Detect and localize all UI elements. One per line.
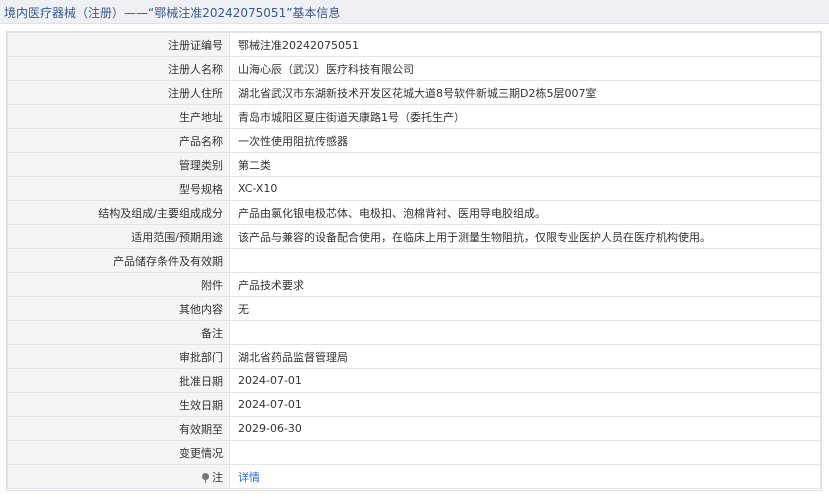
field-value: 青岛市城阳区夏庄街道天康路1号（委托生产）	[229, 104, 821, 129]
info-panel: 注册证编号 鄂械注准20242075051 注册人名称 山海心辰（武汉）医疗科技有限公…	[6, 31, 822, 491]
table-row-note: 注 详情	[7, 464, 821, 489]
table-row: 产品储存条件及有效期	[7, 248, 821, 273]
table-row: 批准日期 2024-07-01	[7, 368, 821, 393]
table-row: 注册人住所 湖北省武汉市东湖新技术开发区花城大道8号软件新城三期D2栋5层007室	[7, 80, 821, 105]
pin-icon	[202, 473, 209, 483]
field-label: 管理类别	[7, 152, 230, 177]
table-row: 审批部门 湖北省药品监督管理局	[7, 344, 821, 369]
field-value: 2024-07-01	[229, 392, 821, 417]
field-value: 鄂械注准20242075051	[229, 32, 821, 57]
field-value: 一次性使用阻抗传感器	[229, 128, 821, 153]
field-value: 2029-06-30	[229, 416, 821, 441]
table-row: 管理类别 第二类	[7, 152, 821, 177]
field-value: 湖北省武汉市东湖新技术开发区花城大道8号软件新城三期D2栋5层007室	[229, 80, 821, 105]
field-label: 审批部门	[7, 344, 230, 369]
field-value: XC-X10	[229, 176, 821, 201]
field-label: 注册人名称	[7, 56, 230, 81]
field-value	[229, 248, 821, 273]
field-label: 备注	[7, 320, 230, 345]
field-label: 其他内容	[7, 296, 230, 321]
field-label: 注册证编号	[7, 32, 230, 57]
page-header: 境内医疗器械（注册）——“鄂械注准20242075051”基本信息	[0, 0, 829, 24]
table-row: 型号规格 XC-X10	[7, 176, 821, 201]
table-row: 产品名称 一次性使用阻抗传感器	[7, 128, 821, 153]
field-value: 山海心辰（武汉）医疗科技有限公司	[229, 56, 821, 81]
field-value: 产品由氯化银电极芯体、电极扣、泡棉背衬、医用导电胶组成。	[229, 200, 821, 225]
field-label: 适用范围/预期用途	[7, 224, 230, 249]
field-label: 产品储存条件及有效期	[7, 248, 230, 273]
field-label: 生产地址	[7, 104, 230, 129]
field-label: 变更情况	[7, 440, 230, 465]
table-row: 生效日期 2024-07-01	[7, 392, 821, 417]
field-value: 湖北省药品监督管理局	[229, 344, 821, 369]
note-label-cell: 注	[7, 464, 230, 489]
field-label: 附件	[7, 272, 230, 297]
note-label: 注	[212, 470, 223, 484]
field-label: 结构及组成/主要组成成分	[7, 200, 230, 225]
page-title: 境内医疗器械（注册）——“鄂械注准20242075051”基本信息	[4, 6, 341, 20]
field-label: 型号规格	[7, 176, 230, 201]
field-value: 该产品与兼容的设备配合使用，在临床上用于测量生物阻抗，仅限专业医护人员在医疗机构…	[229, 224, 821, 249]
field-value: 2024-07-01	[229, 368, 821, 393]
table-row: 适用范围/预期用途 该产品与兼容的设备配合使用，在临床上用于测量生物阻抗，仅限专业…	[7, 224, 821, 249]
field-label: 有效期至	[7, 416, 230, 441]
field-label: 生效日期	[7, 392, 230, 417]
note-value-cell: 详情	[229, 464, 821, 489]
field-value	[229, 320, 821, 345]
field-value: 第二类	[229, 152, 821, 177]
field-label: 产品名称	[7, 128, 230, 153]
table-row: 附件 产品技术要求	[7, 272, 821, 297]
field-label: 注册人住所	[7, 80, 230, 105]
table-row: 有效期至 2029-06-30	[7, 416, 821, 441]
field-value: 产品技术要求	[229, 272, 821, 297]
table-row: 生产地址 青岛市城阳区夏庄街道天康路1号（委托生产）	[7, 104, 821, 129]
field-label: 批准日期	[7, 368, 230, 393]
table-row: 结构及组成/主要组成成分 产品由氯化银电极芯体、电极扣、泡棉背衬、医用导电胶组成。	[7, 200, 821, 225]
details-link[interactable]: 详情	[238, 471, 260, 484]
field-value	[229, 440, 821, 465]
table-row: 备注	[7, 320, 821, 345]
table-row: 注册证编号 鄂械注准20242075051	[7, 32, 821, 57]
table-row: 其他内容无	[7, 296, 821, 321]
info-table: 注册证编号 鄂械注准20242075051 注册人名称 山海心辰（武汉）医疗科技有限公…	[7, 32, 821, 489]
table-row: 注册人名称 山海心辰（武汉）医疗科技有限公司	[7, 56, 821, 81]
field-value: 无	[229, 296, 821, 321]
table-row: 变更情况	[7, 440, 821, 465]
